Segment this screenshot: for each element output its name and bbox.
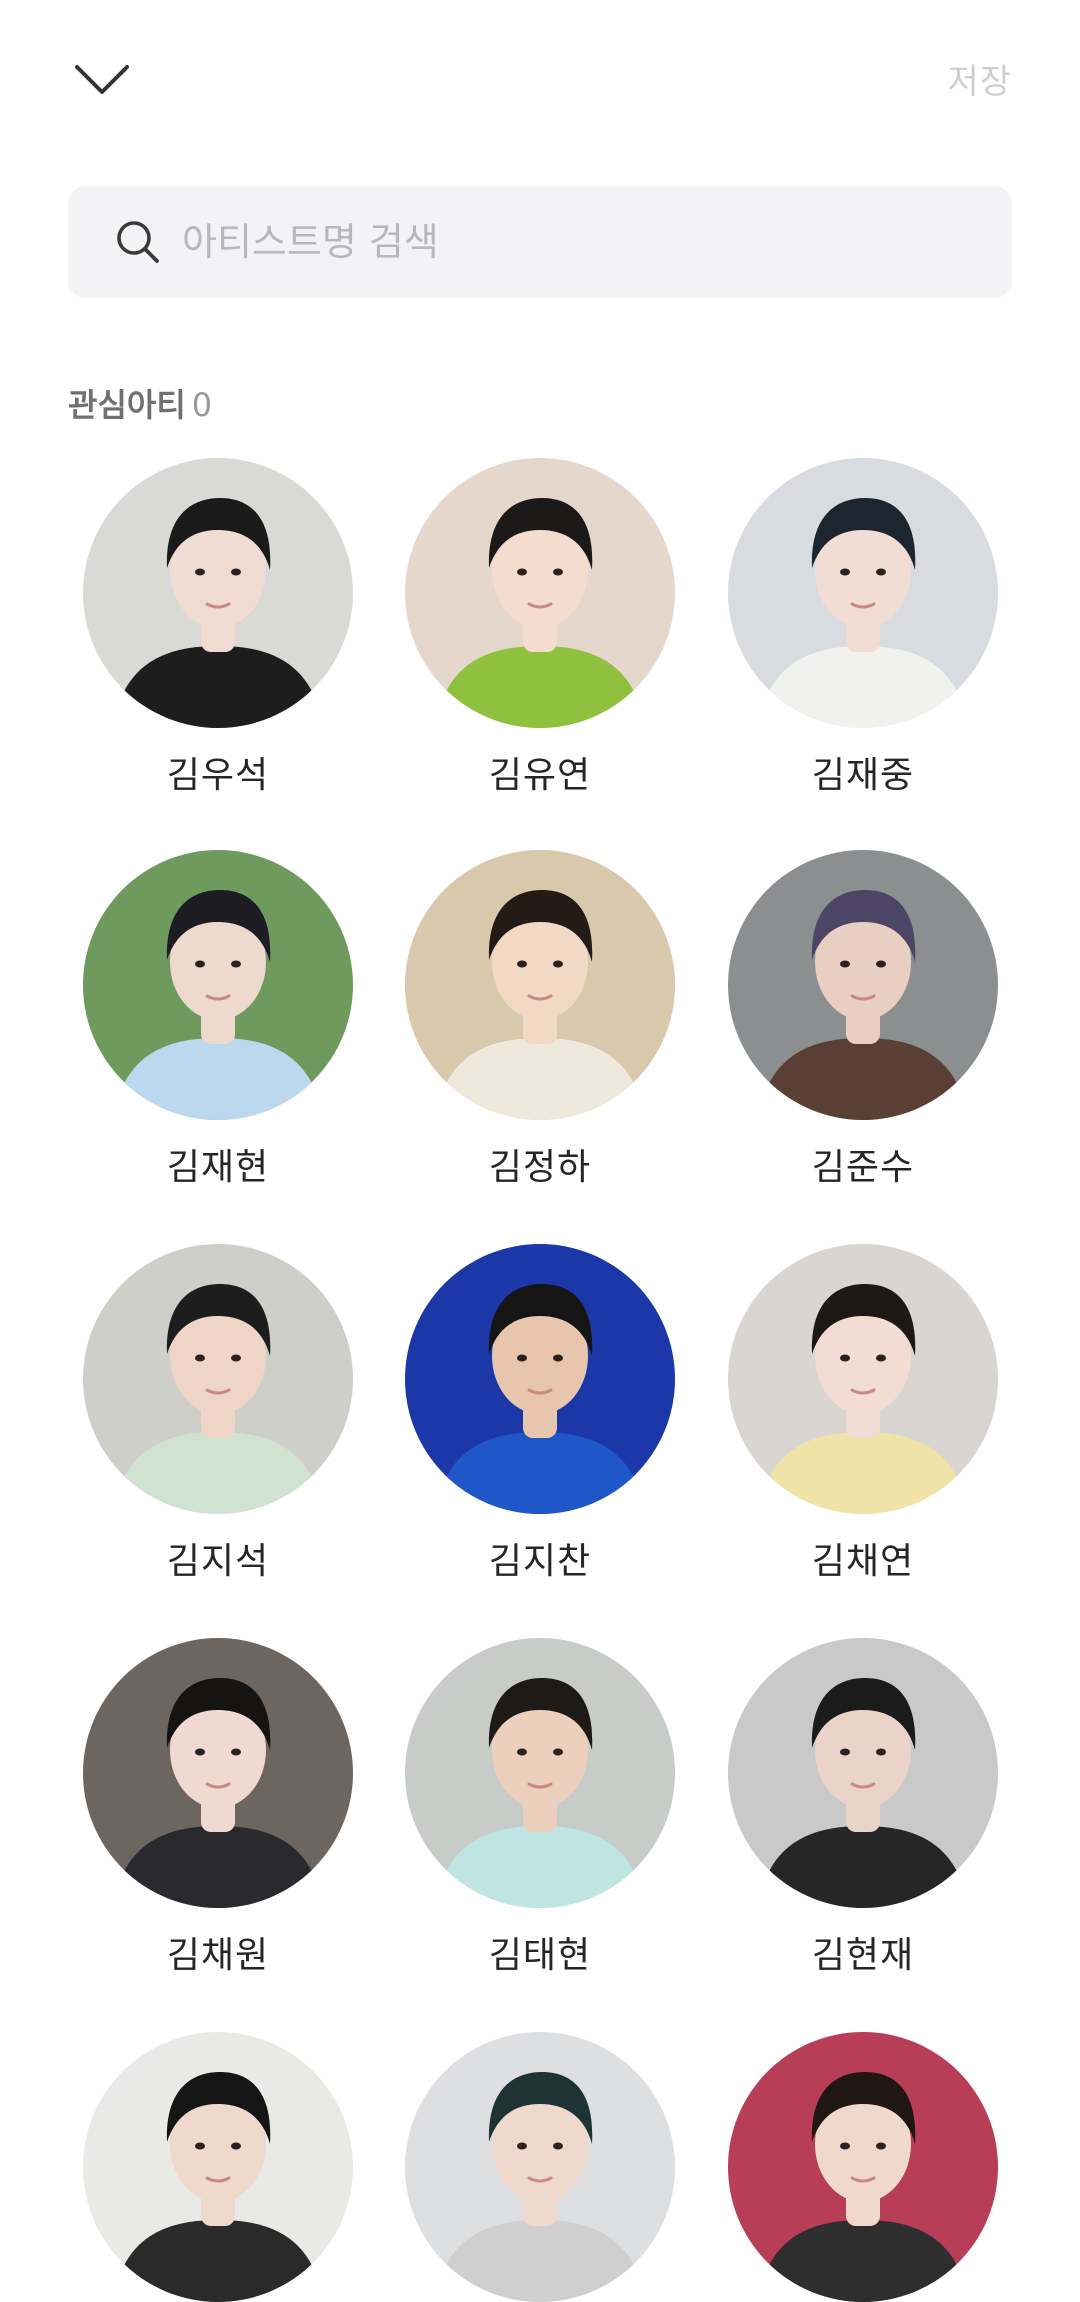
artist-item[interactable]: [405, 2032, 675, 2302]
artist-avatar: [405, 1244, 675, 1514]
artist-name: 김재중: [811, 755, 915, 796]
artist-avatar: [83, 850, 353, 1120]
artist-avatar: [405, 850, 675, 1120]
search-bar[interactable]: [68, 186, 1012, 298]
artist-item[interactable]: 김지석: [83, 1244, 353, 1584]
artist-item[interactable]: 김채원: [83, 1638, 353, 1978]
search-input[interactable]: [182, 212, 942, 272]
artist-name: 김태현: [488, 1935, 592, 1976]
artist-avatar: [728, 1244, 998, 1514]
artist-name: 김현재: [811, 1935, 915, 1976]
artist-avatar: [405, 2032, 675, 2302]
artist-avatar: [405, 1638, 675, 1908]
artist-item[interactable]: 김재현: [83, 850, 353, 1190]
artist-name: 김준수: [811, 1147, 915, 1188]
artist-avatar: [405, 458, 675, 728]
artist-name: 김채연: [811, 1541, 915, 1582]
artist-item[interactable]: 김준수: [728, 850, 998, 1190]
artist-avatar: [83, 1638, 353, 1908]
artist-item[interactable]: 김재중: [728, 458, 998, 798]
artist-avatar: [83, 458, 353, 728]
artist-item[interactable]: [728, 2032, 998, 2302]
artist-avatar: [728, 458, 998, 728]
back-button[interactable]: [68, 54, 136, 106]
save-button[interactable]: 저장: [947, 54, 1012, 103]
artist-item[interactable]: 김채연: [728, 1244, 998, 1584]
artist-avatar: [728, 1638, 998, 1908]
artist-name: 김유연: [488, 755, 592, 796]
artist-avatar: [728, 850, 998, 1120]
artist-name: 김정하: [488, 1147, 592, 1188]
favorites-title: 관심아티: [68, 386, 186, 424]
artist-item[interactable]: [83, 2032, 353, 2302]
artist-item[interactable]: 김지찬: [405, 1244, 675, 1584]
search-icon: [117, 221, 159, 263]
artist-name: 김지석: [166, 1541, 270, 1582]
artist-name: 김채원: [166, 1935, 270, 1976]
artist-item[interactable]: 김정하: [405, 850, 675, 1190]
artist-item[interactable]: 김태현: [405, 1638, 675, 1978]
top-bar: 저장: [0, 0, 1080, 160]
favorites-header: 관심아티 0: [68, 380, 212, 426]
artist-avatar: [83, 2032, 353, 2302]
artist-name: 김지찬: [488, 1541, 592, 1582]
artist-item[interactable]: 김우석: [83, 458, 353, 798]
chevron-down-icon: [75, 65, 129, 94]
artist-name: 김재현: [166, 1147, 270, 1188]
artist-avatar: [728, 2032, 998, 2302]
artist-avatar: [83, 1244, 353, 1514]
artist-name: 김우석: [166, 755, 270, 796]
favorites-count: 0: [191, 386, 213, 424]
artist-item[interactable]: 김현재: [728, 1638, 998, 1978]
artist-item[interactable]: 김유연: [405, 458, 675, 798]
